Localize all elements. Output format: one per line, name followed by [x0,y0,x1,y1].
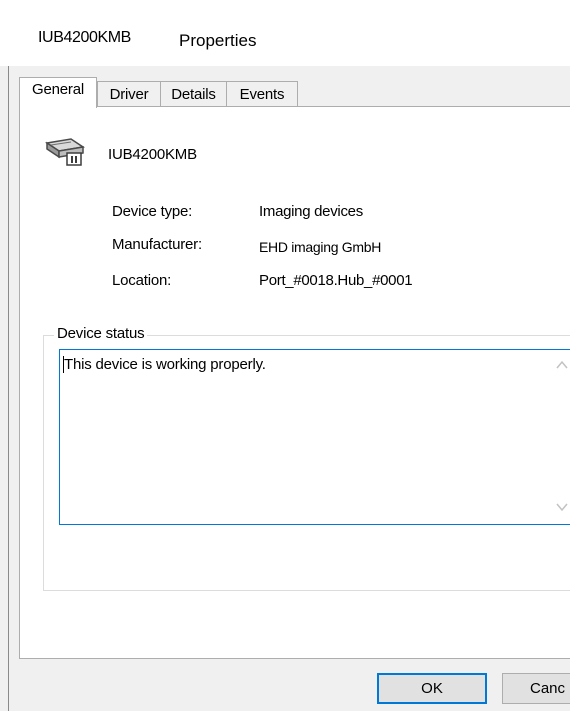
device-status-textbox[interactable]: This device is working properly. [59,349,570,525]
scroll-up-arrow-icon[interactable] [555,358,569,372]
properties-dialog: IUB4200KMB Properties General Driver Det… [0,0,570,711]
window-left-border [8,66,9,711]
window-title-device: IUB4200KMB [38,29,131,46]
location-value: Port_#0018.Hub_#0001 [259,272,413,289]
scroll-down-arrow-icon[interactable] [555,500,569,514]
tab-events[interactable]: Events [226,81,298,106]
imaging-device-icon [45,137,87,167]
device-status-label: Device status [54,325,148,342]
title-bar[interactable]: IUB4200KMB Properties [0,0,570,66]
ok-button[interactable]: OK [377,673,487,704]
cancel-button[interactable]: Canc [502,673,570,704]
manufacturer-label: Manufacturer: [112,236,202,253]
device-status-text: This device is working properly. [64,356,266,373]
location-label: Location: [112,272,172,289]
window-title: Properties [179,31,257,50]
device-name: IUB4200KMB [108,146,197,163]
tab-general[interactable]: General [19,77,97,108]
manufacturer-value: EHD imaging GmbH [259,239,382,255]
tab-driver[interactable]: Driver [97,81,161,106]
device-type-value: Imaging devices [259,203,363,220]
device-type-label: Device type: [112,203,193,220]
tab-details[interactable]: Details [160,81,227,106]
